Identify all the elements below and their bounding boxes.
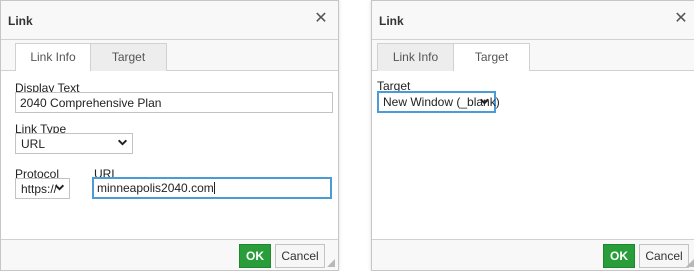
ok-button[interactable]: OK	[603, 244, 635, 268]
target-select[interactable]: New Window (_blank)	[377, 91, 500, 113]
dialog-title-bar[interactable]: Link ✕	[372, 1, 694, 40]
tab-target[interactable]: Target	[90, 43, 167, 71]
dialog-title: Link	[8, 14, 33, 28]
resize-grip-icon[interactable]	[686, 259, 694, 267]
link-dialog-target: Link ✕ Link Info Target Target New Windo…	[371, 0, 694, 271]
resize-grip-icon[interactable]	[327, 259, 335, 267]
url-value: minneapolis2040.com	[97, 181, 214, 195]
link-type-value: URL	[21, 137, 46, 151]
link-type-select[interactable]: URL	[15, 133, 133, 154]
cancel-button[interactable]: Cancel	[639, 244, 689, 268]
url-input[interactable]: minneapolis2040.com	[92, 177, 332, 199]
dialog-body: Display Text 2040 Comprehensive Plan Lin…	[1, 71, 338, 239]
protocol-select[interactable]: https://	[15, 178, 70, 199]
cancel-button[interactable]: Cancel	[275, 244, 325, 268]
display-text-value: 2040 Comprehensive Plan	[20, 96, 162, 110]
chevron-down-icon	[54, 184, 65, 191]
tab-bar: Link Info Target	[1, 40, 338, 72]
dialog-title: Link	[379, 14, 404, 28]
dialog-footer: OK Cancel	[372, 239, 694, 270]
ok-button[interactable]: OK	[239, 244, 271, 268]
tab-link-info[interactable]: Link Info	[15, 43, 91, 72]
close-icon[interactable]: ✕	[674, 11, 688, 27]
tab-link-info[interactable]: Link Info	[377, 43, 454, 71]
dialog-body: Target New Window (_blank)	[372, 71, 694, 239]
tab-bar: Link Info Target	[372, 40, 694, 72]
dialog-title-bar[interactable]: Link ✕	[1, 1, 338, 40]
display-text-input[interactable]: 2040 Comprehensive Plan	[15, 92, 333, 113]
link-dialog-link-info: Link ✕ Link Info Target Display Text 204…	[0, 0, 339, 271]
chevron-down-icon	[479, 98, 490, 105]
close-icon[interactable]: ✕	[314, 11, 328, 27]
protocol-value: https://	[21, 182, 58, 196]
tab-target[interactable]: Target	[453, 43, 530, 72]
text-cursor	[213, 182, 215, 194]
dialog-footer: OK Cancel	[1, 239, 338, 270]
chevron-down-icon	[117, 139, 128, 146]
